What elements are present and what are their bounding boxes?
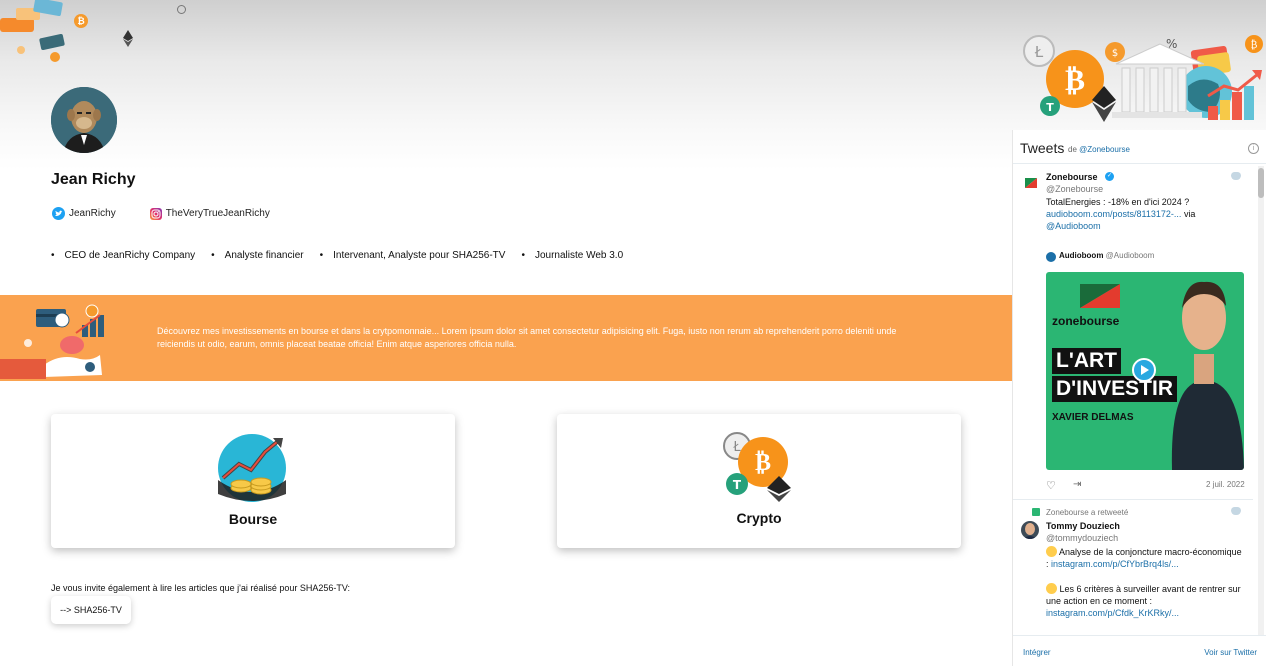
piggy-bank-illustration	[0, 295, 120, 381]
svg-text:₿: ₿	[1251, 39, 1258, 51]
twitter-timeline: Tweets de @Zonebourse i Zonebourse ✓ @Zo…	[1012, 130, 1266, 666]
bitcoin-coin-icon: ₿	[74, 14, 88, 28]
retweet-link1[interactable]: instagram.com/p/CfYbrBrq4ls/...	[1051, 559, 1179, 569]
timeline-by: de @Zonebourse	[1068, 145, 1130, 154]
verified-icon: ✓	[1105, 172, 1114, 181]
card-title-line2: D'INVESTIR	[1052, 376, 1178, 402]
presenter-photo	[1166, 272, 1244, 470]
tweet-via: via	[1183, 209, 1196, 219]
sha256-tv-button[interactable]: --> SHA256-TV	[51, 596, 131, 624]
retweet-line2: Les 6 critères à surveiller avant de ren…	[1046, 584, 1241, 606]
card-person: XAVIER DELMAS	[1052, 412, 1134, 423]
tweet-text: TotalEnergies : -18% en d'ici 2024 ?	[1046, 197, 1190, 207]
retweet-handle: @tommydouziech	[1046, 533, 1119, 543]
emoji-icon	[1046, 583, 1057, 594]
retweet[interactable]: Zonebourse a retweeté Tommy Douziech @to…	[1013, 501, 1253, 635]
crypto-title: Crypto	[736, 510, 782, 526]
finance-illustration: Ł $ % ₿ ₿ T	[1012, 0, 1266, 130]
twitter-bird-icon	[1231, 172, 1241, 180]
role-item: CEO de JeanRichy Company	[51, 250, 196, 261]
view-on-twitter-link[interactable]: Voir sur Twitter	[1204, 648, 1257, 657]
timeline-title: Tweets	[1020, 140, 1065, 156]
bourse-card[interactable]: Bourse	[51, 414, 455, 548]
scrollbar-thumb[interactable]	[1258, 168, 1264, 198]
role-item: Analyste financier	[211, 250, 304, 261]
instagram-icon	[149, 207, 162, 220]
roles-list: CEO de JeanRichy Company Analyste financ…	[51, 250, 624, 261]
via-handle-link[interactable]: @Audioboom	[1046, 221, 1101, 231]
author-avatar[interactable]	[1021, 521, 1039, 539]
tweet-link[interactable]: audioboom.com/posts/8113172-...	[1046, 209, 1181, 219]
role-item: Journaliste Web 3.0	[521, 250, 623, 261]
crypto-card[interactable]: Ł ₿ T Crypto	[557, 414, 961, 548]
bourse-title: Bourse	[228, 511, 278, 527]
profile-name: Jean Richy	[51, 171, 136, 188]
avatar	[51, 87, 117, 153]
embed-link[interactable]: Intégrer	[1023, 648, 1051, 657]
svg-text:₿: ₿	[1065, 63, 1085, 98]
zonebourse-logo-icon	[1023, 175, 1039, 191]
svg-text:T: T	[733, 478, 742, 492]
retweet-author[interactable]: Tommy Douziech	[1046, 521, 1120, 531]
tweet-author[interactable]: Zonebourse	[1046, 172, 1098, 182]
share-icon[interactable]: ⇥	[1073, 479, 1081, 490]
emoji-icon	[1046, 546, 1057, 557]
card-title-line1: L'ART	[1052, 348, 1121, 374]
play-icon[interactable]	[1132, 358, 1156, 382]
svg-text:T: T	[1046, 101, 1054, 114]
twitter-handle: JeanRichy	[69, 208, 116, 219]
banner-text: Découvrez mes investissements en bourse …	[157, 326, 897, 349]
zonebourse-brand-logo	[1080, 284, 1120, 310]
retweet-label: Zonebourse a retweeté	[1046, 508, 1129, 517]
social-links: JeanRichy TheVeryTrueJeanRichy	[52, 207, 270, 220]
card-brand: zonebourse	[1052, 314, 1120, 328]
audioboom-icon	[1046, 252, 1056, 262]
stock-growth-icon	[217, 434, 289, 502]
timeline-footer: Intégrer Voir sur Twitter	[1013, 635, 1266, 666]
retweet-icon	[1032, 508, 1040, 516]
by-prefix: de	[1068, 145, 1077, 154]
svg-text:₿: ₿	[755, 448, 771, 476]
twitter-icon	[52, 207, 65, 220]
timeline-scrollbar[interactable]	[1258, 166, 1264, 636]
audio-card[interactable]: zonebourse L'ART D'INVESTIR XAVIER DELMA…	[1046, 272, 1244, 470]
card-handle: @Audioboom	[1105, 251, 1155, 260]
like-icon[interactable]: ♡	[1046, 479, 1056, 492]
tweet-handle: @Zonebourse	[1046, 184, 1104, 194]
tweet-list: Zonebourse ✓ @Zonebourse TotalEnergies :…	[1013, 165, 1253, 635]
svg-text:Ł: Ł	[1034, 43, 1044, 61]
small-coin-icon	[177, 5, 186, 14]
role-item: Intervenant, Analyste pour SHA256-TV	[320, 250, 505, 261]
intro-banner: Découvrez mes investissements en bourse …	[0, 295, 1012, 381]
money-decoration	[0, 0, 110, 65]
main-content: ₿ Jean Richy JeanRichy TheVeryTrueJeanRi…	[0, 0, 1012, 666]
tweet-date[interactable]: 2 juil. 2022	[1206, 480, 1245, 489]
by-handle-link[interactable]: @Zonebourse	[1079, 145, 1130, 154]
twitter-link[interactable]: JeanRichy	[52, 207, 116, 220]
instagram-handle: TheVeryTrueJeanRichy	[165, 208, 270, 219]
svg-text:$: $	[1112, 48, 1118, 59]
invite-text: Je vous invite également à lire les arti…	[51, 583, 351, 593]
info-icon[interactable]: i	[1248, 143, 1259, 154]
instagram-link[interactable]: TheVeryTrueJeanRichy	[149, 207, 270, 220]
card-author[interactable]: Audioboom	[1059, 251, 1103, 260]
ethereum-icon	[123, 30, 133, 52]
retweet-link2[interactable]: instagram.com/p/Cfdk_KrKRky/...	[1046, 608, 1179, 618]
twitter-bird-icon	[1231, 507, 1241, 515]
tweet[interactable]: Zonebourse ✓ @Zonebourse TotalEnergies :…	[1013, 165, 1253, 500]
crypto-coins-icon: Ł ₿ T	[719, 432, 795, 502]
timeline-header: Tweets de @Zonebourse i	[1013, 130, 1266, 164]
